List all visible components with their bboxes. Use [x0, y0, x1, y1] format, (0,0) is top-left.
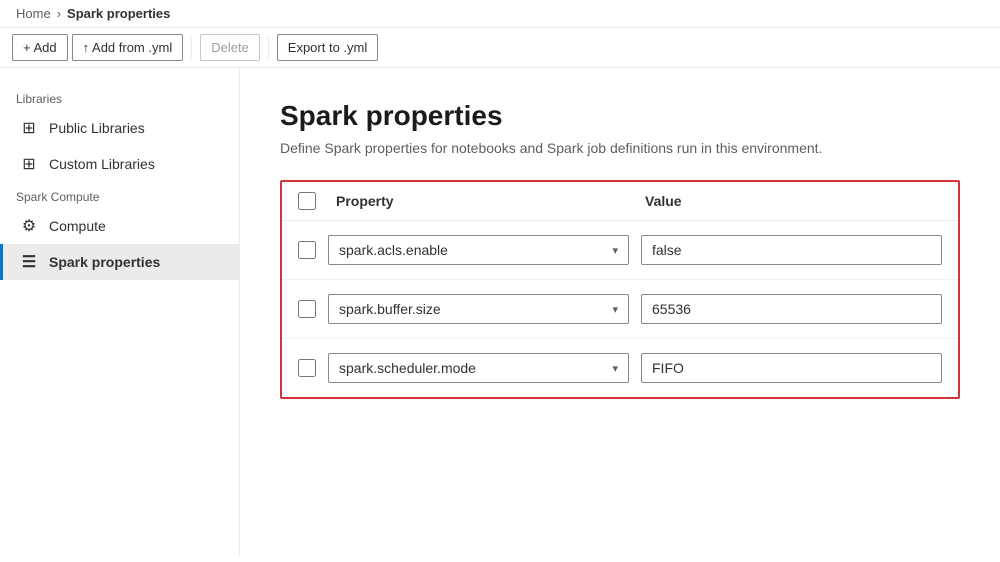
libraries-section-label: Libraries [0, 84, 239, 110]
sidebar-item-compute-label: Compute [49, 218, 106, 234]
main-content: Spark properties Define Spark properties… [240, 68, 1000, 556]
header-checkbox[interactable] [298, 192, 316, 210]
spark-compute-section-label: Spark Compute [0, 182, 239, 208]
sidebar-item-spark-properties-label: Spark properties [49, 254, 160, 270]
row-1-property-value: spark.acls.enable [339, 242, 448, 258]
table-row: spark.buffer.size ▾ [282, 280, 958, 339]
breadcrumb-current: Spark properties [67, 6, 170, 21]
sidebar-item-compute[interactable]: ⚙ Compute [0, 208, 239, 244]
page-title: Spark properties [280, 100, 960, 132]
public-libraries-icon: ⊞ [19, 118, 39, 138]
row-2-checkbox[interactable] [298, 300, 316, 318]
toolbar-divider-1 [191, 38, 192, 58]
breadcrumb: Home › Spark properties [0, 0, 1000, 28]
page-description: Define Spark properties for notebooks an… [280, 140, 960, 156]
row-1-checkbox[interactable] [298, 241, 316, 259]
header-col-value: Value [645, 193, 942, 209]
row-1-value-input[interactable] [641, 235, 942, 265]
row-2-value-input[interactable] [641, 294, 942, 324]
breadcrumb-separator: › [57, 6, 61, 21]
sidebar-item-public-libraries[interactable]: ⊞ Public Libraries [0, 110, 239, 146]
toolbar: + Add ↑ Add from .yml Delete Export to .… [0, 28, 1000, 68]
sidebar-item-public-libraries-label: Public Libraries [49, 120, 145, 136]
row-1-property-select[interactable]: spark.acls.enable ▾ [328, 235, 629, 265]
header-col-property: Property [328, 193, 633, 209]
sidebar-item-spark-properties[interactable]: ☰ Spark properties [0, 244, 239, 280]
row-2-property-value: spark.buffer.size [339, 301, 441, 317]
sidebar-item-custom-libraries[interactable]: ⊞ Custom Libraries [0, 146, 239, 182]
row-1-chevron-icon: ▾ [612, 244, 618, 257]
spark-properties-icon: ☰ [19, 252, 39, 272]
table-row: spark.acls.enable ▾ [282, 221, 958, 280]
row-3-value-input[interactable] [641, 353, 942, 383]
add-button[interactable]: + Add [12, 34, 68, 61]
layout: Libraries ⊞ Public Libraries ⊞ Custom Li… [0, 68, 1000, 556]
row-3-property-select[interactable]: spark.scheduler.mode ▾ [328, 353, 629, 383]
table-row: spark.scheduler.mode ▾ [282, 339, 958, 397]
delete-button[interactable]: Delete [200, 34, 260, 61]
sidebar: Libraries ⊞ Public Libraries ⊞ Custom Li… [0, 68, 240, 556]
row-2-property-select[interactable]: spark.buffer.size ▾ [328, 294, 629, 324]
table-header: Property Value [282, 182, 958, 221]
row-3-checkbox[interactable] [298, 359, 316, 377]
add-from-yml-button[interactable]: ↑ Add from .yml [72, 34, 184, 61]
toolbar-divider-2 [268, 38, 269, 58]
custom-libraries-icon: ⊞ [19, 154, 39, 174]
row-3-chevron-icon: ▾ [612, 362, 618, 375]
row-3-property-value: spark.scheduler.mode [339, 360, 476, 376]
export-button[interactable]: Export to .yml [277, 34, 378, 61]
row-2-chevron-icon: ▾ [612, 303, 618, 316]
compute-icon: ⚙ [19, 216, 39, 236]
properties-table: Property Value spark.acls.enable ▾ spark… [280, 180, 960, 399]
sidebar-item-custom-libraries-label: Custom Libraries [49, 156, 155, 172]
breadcrumb-home[interactable]: Home [16, 6, 51, 21]
